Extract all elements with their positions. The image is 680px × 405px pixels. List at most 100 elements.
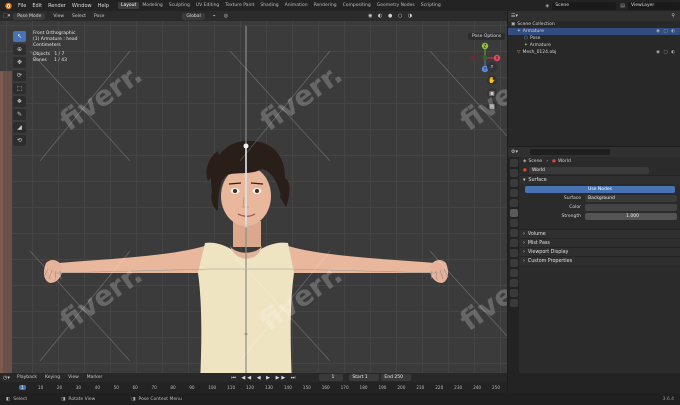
surface-shader-field[interactable]: Background	[585, 195, 677, 202]
output-tab-icon[interactable]	[509, 179, 518, 187]
frame-tick-label: 200	[397, 385, 406, 390]
material-tab-icon[interactable]	[509, 289, 518, 297]
menu-window[interactable]: Window	[69, 3, 95, 9]
scene-selector[interactable]: Scene	[552, 1, 617, 10]
tab-texture-paint[interactable]: Texture Paint	[222, 2, 257, 9]
frame-tick-label: 1	[19, 385, 26, 390]
tab-modeling[interactable]: Modeling	[139, 2, 165, 9]
status-select: Select	[13, 396, 28, 402]
filter-icon[interactable]: ⚲	[671, 13, 675, 19]
tab-shading[interactable]: Shading	[257, 2, 281, 9]
mouse-middle-icon: ◨	[61, 396, 66, 402]
armature-data-icon: ✦	[524, 43, 528, 48]
mouse-right-icon: ◨	[131, 396, 136, 402]
scene-icon: ◈	[523, 159, 527, 164]
texture-tab-icon[interactable]	[509, 299, 518, 307]
shading-icons[interactable]: ◉ ◐ ● ○ ◑	[368, 13, 414, 19]
frame-tick-label: 230	[454, 385, 463, 390]
frame-tick-label: 100	[208, 385, 217, 390]
frame-tick-label: 50	[113, 385, 119, 390]
tab-scripting[interactable]: Scripting	[418, 2, 444, 9]
collection-icon: ▣	[511, 22, 516, 27]
outliner-item-armature[interactable]: ✦ Armature ◉ ▢ ◐	[508, 28, 680, 35]
properties-search[interactable]	[530, 149, 610, 155]
use-nodes-button[interactable]: Use Nodes	[525, 185, 675, 193]
surface-panel-header[interactable]: ▾ Surface	[520, 175, 680, 184]
strength-row: Strength 1.000	[520, 212, 680, 221]
bone-tab-icon[interactable]	[509, 269, 518, 277]
menu-view[interactable]: View	[49, 14, 68, 19]
mode-dropdown[interactable]: Pose Mode	[13, 12, 46, 20]
volume-panel-header[interactable]: › Volume	[520, 229, 680, 238]
tab-sculpting[interactable]: Sculpting	[166, 2, 193, 9]
tab-uv-editing[interactable]: UV Editing	[193, 2, 222, 9]
frame-tick-label: 180	[359, 385, 368, 390]
scene-tab-icon[interactable]	[509, 199, 518, 207]
playback-controls[interactable]: ⏮ ◀◀ ◀ ▶ ▶▶ ⏭	[231, 375, 297, 381]
tab-rendering[interactable]: Rendering	[311, 2, 340, 9]
object-tab-icon[interactable]	[509, 219, 518, 227]
frame-tick-label: 210	[416, 385, 425, 390]
outliner-type-icon[interactable]: ☰▾	[511, 13, 518, 19]
frame-ruler[interactable]: 1 10 20 30 40 50 60 70 80 90 100 110 120 130 140 150 160…	[0, 384, 507, 392]
character-model[interactable]	[0, 21, 507, 393]
start-frame-field[interactable]: Start 1	[349, 374, 380, 381]
viewport-display-panel-header[interactable]: › Viewport Display	[520, 247, 680, 256]
armature-icon: ✦	[517, 29, 521, 34]
world-tab-icon[interactable]	[509, 209, 518, 217]
outliner-item-mesh[interactable]: ▽ Mesh_0124.obj ◉ ▢ ◐	[508, 49, 680, 56]
tab-layout[interactable]: Layout	[118, 2, 140, 9]
outliner-item-armature-data[interactable]: ✦ Armature	[508, 42, 680, 49]
orientation-dropdown[interactable]: Global	[182, 12, 205, 20]
strength-field[interactable]: 1.000	[585, 213, 677, 220]
view-layer-tab-icon[interactable]	[509, 189, 518, 197]
tab-animation[interactable]: Animation	[282, 2, 311, 9]
bone-constraint-tab-icon[interactable]	[509, 279, 518, 287]
outliner-item-pose[interactable]: ⬡ Pose	[508, 35, 680, 42]
current-frame-field[interactable]: 1	[319, 374, 344, 381]
3d-viewport[interactable]: ⬚▾ Pose Mode View Select Pose Global ⌁ ◎…	[0, 11, 507, 393]
tab-geometry-nodes[interactable]: Geometry Nodes	[374, 2, 418, 9]
render-tab-icon[interactable]	[509, 169, 518, 177]
custom-properties-panel-header[interactable]: › Custom Properties	[520, 256, 680, 265]
physics-tab-icon[interactable]	[509, 239, 518, 247]
modifier-tab-icon[interactable]	[509, 229, 518, 237]
menu-render[interactable]: Render	[45, 3, 69, 9]
tool-tab-icon[interactable]	[509, 159, 518, 167]
menu-keying[interactable]: Keying	[41, 375, 64, 380]
menu-help[interactable]: Help	[95, 3, 112, 9]
snap-icon[interactable]: ⌁	[213, 13, 216, 19]
menu-timeline-view[interactable]: View	[64, 375, 83, 380]
properties-type-icon[interactable]: ⚙▾	[508, 149, 518, 155]
world-icon: ●	[552, 159, 556, 164]
scene-controls: ◈ Scene ▤ ViewLayer	[545, 0, 680, 11]
data-tab-icon[interactable]	[509, 259, 518, 267]
timeline-type-icon[interactable]: ◷▾	[3, 375, 10, 381]
menu-select[interactable]: Select	[68, 14, 90, 19]
mist-pass-panel-header[interactable]: › Mist Pass	[520, 238, 680, 247]
view-layer-selector[interactable]: ViewLayer	[628, 1, 680, 10]
menu-edit[interactable]: Edit	[29, 3, 45, 9]
visibility-icons[interactable]: ◉ ▢ ◐	[656, 29, 676, 34]
end-frame-field[interactable]: End 250	[381, 374, 412, 381]
color-swatch[interactable]	[585, 204, 677, 211]
visibility-icons[interactable]: ◉ ▢ ◐	[656, 50, 676, 55]
outliner-scene-collection[interactable]: ▣ Scene Collection	[508, 21, 680, 28]
constraints-tab-icon[interactable]	[509, 249, 518, 257]
menu-marker[interactable]: Marker	[83, 375, 107, 380]
top-menu-bar: File Edit Render Window Help Layout Mode…	[0, 0, 680, 11]
menu-pose[interactable]: Pose	[90, 14, 108, 19]
menu-file[interactable]: File	[15, 3, 29, 9]
frame-tick-label: 120	[246, 385, 255, 390]
properties-panel: ⚙▾ ◈ Scene › ● World ● World ▾ Surface U…	[508, 147, 680, 393]
frame-tick-label: 110	[227, 385, 236, 390]
timeline-header: ◷▾ Playback Keying View Marker ⏮ ◀◀ ◀ ▶ …	[0, 373, 507, 382]
frame-tick-label: 20	[56, 385, 63, 390]
world-datablock[interactable]: ● World	[520, 166, 680, 175]
editor-type-icon[interactable]: ⬚▾	[3, 13, 10, 19]
proportional-icon[interactable]: ◎	[224, 13, 228, 19]
blender-logo-icon[interactable]	[3, 1, 13, 10]
tab-compositing[interactable]: Compositing	[340, 2, 374, 9]
menu-playback[interactable]: Playback	[13, 375, 41, 380]
frame-tick-label: 30	[75, 385, 82, 390]
